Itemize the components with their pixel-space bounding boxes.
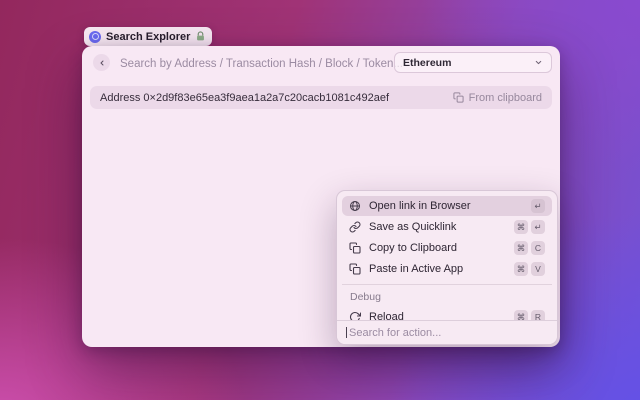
action-panel: Open link in Browser ↵ Save as Quicklink… — [336, 190, 558, 345]
chevron-left-icon — [98, 59, 106, 67]
menu-item-copy-clipboard[interactable]: Copy to Clipboard ⌘ C — [342, 238, 552, 258]
command-pill-title: Search Explorer — [106, 31, 190, 43]
clipboard-icon — [349, 263, 361, 275]
menu-item-label: Paste in Active App — [369, 263, 463, 275]
key-cmd: ⌘ — [514, 220, 528, 234]
chevron-down-icon — [534, 58, 543, 67]
key-return: ↵ — [531, 220, 545, 234]
network-dropdown-value: Ethereum — [403, 57, 451, 69]
key-return: ↵ — [531, 199, 545, 213]
clipboard-icon — [453, 92, 464, 103]
action-search-bar — [337, 320, 557, 344]
link-icon — [349, 221, 361, 233]
action-search-input[interactable] — [347, 326, 541, 340]
back-button[interactable] — [93, 54, 110, 71]
network-dropdown[interactable]: Ethereum — [394, 52, 552, 73]
menu-item-open-link[interactable]: Open link in Browser ↵ — [342, 196, 552, 216]
menu-item-label: Copy to Clipboard — [369, 242, 457, 254]
extension-app-icon — [89, 31, 101, 43]
lock-icon — [195, 31, 206, 42]
shortcut-keys: ↵ — [531, 199, 545, 213]
shortcut-keys: ⌘ V — [514, 262, 545, 276]
menu-item-paste-active-app[interactable]: Paste in Active App ⌘ V — [342, 259, 552, 279]
globe-icon — [349, 200, 361, 212]
command-pill[interactable]: Search Explorer — [84, 27, 212, 46]
search-input[interactable] — [118, 51, 412, 76]
action-panel-body: Open link in Browser ↵ Save as Quicklink… — [337, 191, 557, 327]
result-accessory-label: From clipboard — [469, 92, 542, 104]
clipboard-icon — [349, 242, 361, 254]
key-v: V — [531, 262, 545, 276]
result-title: Address 0×2d9f83e65ea3f9aea1a2a7c20cacb1… — [100, 92, 389, 104]
result-accessory: From clipboard — [453, 92, 542, 104]
menu-item-label: Open link in Browser — [369, 200, 471, 212]
shortcut-keys: ⌘ ↵ — [514, 220, 545, 234]
key-cmd: ⌘ — [514, 262, 528, 276]
menu-item-label: Save as Quicklink — [369, 221, 456, 233]
key-cmd: ⌘ — [514, 241, 528, 255]
shortcut-keys: ⌘ C — [514, 241, 545, 255]
desktop-background: Search Explorer Ethereum Address 0×2 — [0, 0, 640, 400]
key-c: C — [531, 241, 545, 255]
result-row-address[interactable]: Address 0×2d9f83e65ea3f9aea1a2a7c20cacb1… — [90, 86, 552, 109]
menu-item-save-quicklink[interactable]: Save as Quicklink ⌘ ↵ — [342, 217, 552, 237]
menu-section-debug: Debug — [342, 288, 552, 307]
menu-separator — [342, 284, 552, 285]
